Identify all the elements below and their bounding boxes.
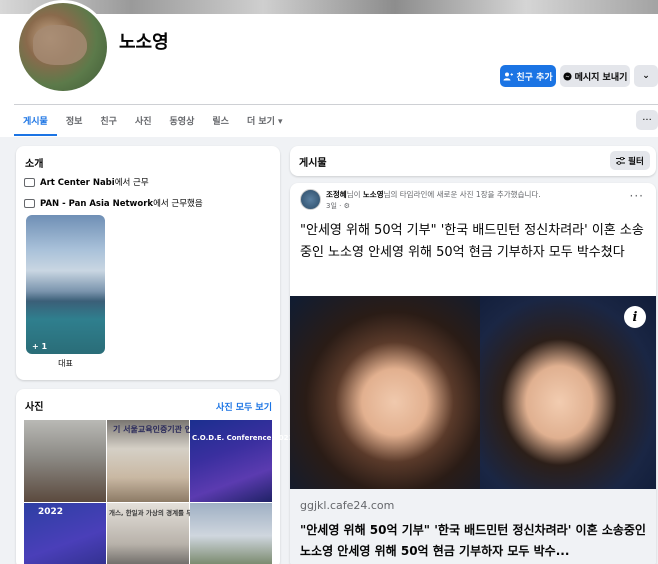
featured-label: 대표 bbox=[58, 359, 73, 368]
intro-work-text: Art Center Nabi에서 근무 bbox=[40, 176, 149, 188]
tab-about[interactable]: 정보 bbox=[57, 106, 92, 136]
workplace-link[interactable]: Art Center Nabi bbox=[40, 178, 115, 188]
photo-thumbnail[interactable]: 개스, 한일과 가상의 경계를 무너뜨리 bbox=[107, 503, 210, 564]
profile-header: 노소영 친구 추가 메시지 보내기 ⌄ 게시물 정보 친구 사진 동영상 릴스 … bbox=[0, 0, 658, 137]
intro-title: 소개 bbox=[25, 159, 44, 170]
profile-avatar[interactable] bbox=[16, 0, 110, 94]
filter-label: 필터 bbox=[628, 156, 644, 167]
photo-thumbnail[interactable] bbox=[24, 420, 106, 502]
intro-work-row: Art Center Nabi에서 근무 bbox=[24, 176, 149, 188]
photo-thumbnail[interactable] bbox=[190, 503, 272, 564]
work-suffix: 에서 근무 bbox=[114, 178, 149, 188]
briefcase-icon bbox=[24, 198, 35, 208]
photos-title: 사진 bbox=[25, 402, 44, 413]
tab-photos[interactable]: 사진 bbox=[126, 106, 161, 136]
post-image[interactable]: i bbox=[290, 296, 656, 489]
tagged-user-link[interactable]: 노소영 bbox=[363, 190, 384, 199]
photo-caption: C.O.D.E. Conference 2022 bbox=[192, 434, 294, 442]
tab-videos[interactable]: 동영상 bbox=[161, 106, 204, 136]
tab-more[interactable]: 더 보기 ▾ bbox=[238, 106, 292, 136]
photo-thumbnail[interactable]: C.O.D.E. Conference 2022 bbox=[190, 420, 293, 502]
see-all-photos-link[interactable]: 사진 모두 보기 bbox=[216, 400, 272, 413]
avatar bbox=[19, 3, 107, 91]
add-user-icon bbox=[503, 72, 514, 80]
profile-tabs: 게시물 정보 친구 사진 동영상 릴스 더 보기 ▾ bbox=[14, 106, 292, 136]
posts-title: 게시물 bbox=[299, 158, 327, 169]
messenger-icon bbox=[563, 71, 572, 81]
filter-button[interactable]: 필터 bbox=[610, 151, 650, 170]
intro-past-work-text: PAN - Pan Asia Network에서 근무했음 bbox=[40, 197, 203, 209]
photo-caption: 기 서울교육인증기관 인 bbox=[113, 425, 193, 434]
post-text: "안세영 위해 50억 기부" '한국 배드민턴 정신차려라' 이혼 소송중인 … bbox=[300, 223, 644, 260]
message-button[interactable]: 메시지 보내기 bbox=[560, 65, 630, 87]
featured-photo[interactable] bbox=[26, 215, 105, 354]
past-work-suffix: 에서 근무했음 bbox=[153, 199, 203, 209]
intro-card: 소개 Art Center Nabi에서 근무 PAN - Pan Asia N… bbox=[16, 146, 280, 380]
past-workplace-link[interactable]: PAN - Pan Asia Network bbox=[40, 199, 153, 209]
photo-thumbnail[interactable]: 2022 bbox=[24, 503, 106, 564]
header-divider bbox=[14, 104, 658, 105]
post-author-link[interactable]: 조정혜 bbox=[326, 190, 347, 199]
photo-left-portrait bbox=[290, 296, 480, 489]
link-preview[interactable]: ggjkl.cafe24.com "안세영 위해 50억 기부" '한국 배드민… bbox=[290, 489, 656, 564]
post-meta: 조정혜님이 노소영님의 타임라인에 새로운 사진 1장을 추가했습니다. bbox=[326, 189, 541, 200]
photos-card: 사진 사진 모두 보기 기 서울교육인증기관 인 C.O.D.E. Confer… bbox=[16, 389, 293, 564]
tab-friends[interactable]: 친구 bbox=[91, 106, 126, 136]
more-dots-icon: ··· bbox=[642, 114, 652, 126]
photo-thumbnail[interactable]: 기 서울교육인증기관 인 bbox=[107, 420, 193, 502]
post-author-avatar[interactable] bbox=[300, 189, 321, 210]
profile-name: 노소영 bbox=[119, 32, 169, 53]
post-timestamp[interactable]: 3일 · ⚙ bbox=[326, 201, 350, 211]
post-card: 조정혜님이 노소영님의 타임라인에 새로운 사진 1장을 추가했습니다. 3일 … bbox=[290, 183, 656, 564]
meta-connector: 님이 bbox=[346, 190, 363, 199]
featured-count: + 1 bbox=[32, 342, 48, 351]
add-friend-button[interactable]: 친구 추가 bbox=[500, 65, 556, 87]
chevron-down-icon: ⌄ bbox=[642, 71, 650, 81]
meta-rest: 님의 타임라인에 새로운 사진 1장을 추가했습니다. bbox=[383, 190, 541, 199]
message-label: 메시지 보내기 bbox=[574, 72, 628, 83]
tab-reels[interactable]: 릴스 bbox=[203, 106, 238, 136]
posts-header: 게시물 필터 bbox=[290, 146, 656, 176]
intro-past-work-row: PAN - Pan Asia Network에서 근무했음 bbox=[24, 197, 203, 209]
link-domain: ggjkl.cafe24.com bbox=[300, 499, 395, 512]
link-title: "안세영 위해 50억 기부" '한국 배드민턴 정신차려라' 이혼 소송중인 … bbox=[300, 523, 646, 558]
profile-more-button[interactable]: ⌄ bbox=[634, 65, 658, 87]
tab-posts[interactable]: 게시물 bbox=[14, 106, 57, 136]
add-friend-label: 친구 추가 bbox=[516, 72, 553, 83]
cover-photo[interactable] bbox=[0, 0, 658, 14]
tabs-more-button[interactable]: ··· bbox=[636, 110, 658, 130]
briefcase-icon bbox=[24, 177, 35, 187]
post-options-icon[interactable]: ··· bbox=[630, 189, 644, 203]
info-icon[interactable]: i bbox=[624, 306, 646, 328]
sliders-icon bbox=[616, 156, 626, 165]
photo-caption: 2022 bbox=[38, 507, 64, 517]
